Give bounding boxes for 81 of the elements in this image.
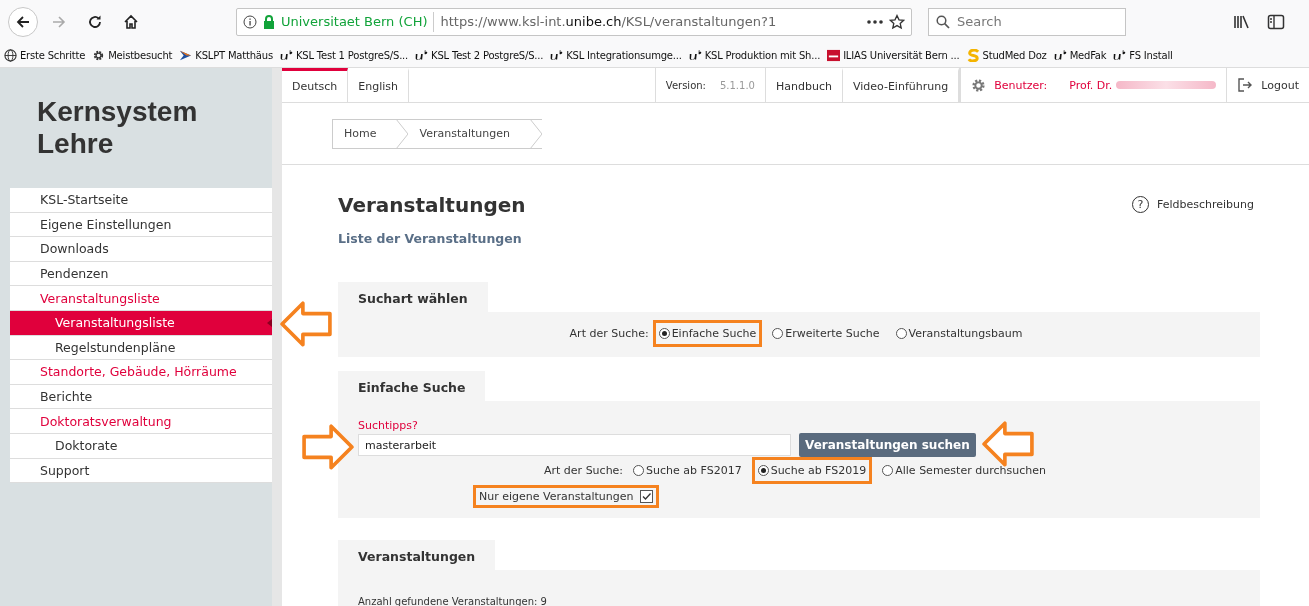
search-input[interactable]: masterarbeit <box>358 434 791 457</box>
radio-option[interactable]: Einfache Suche <box>652 320 763 347</box>
bookmark-item[interactable]: StudMed Doz <box>966 48 1047 62</box>
bookmark-item[interactable]: Meistbesucht <box>92 48 173 62</box>
star-icon[interactable] <box>889 13 905 30</box>
sidebar-item[interactable]: Pendenzen <box>10 261 272 287</box>
radio-option[interactable]: Alle Semester durchsuchen <box>876 457 1052 484</box>
settings-icon[interactable] <box>971 77 987 93</box>
search-type-label: Art der Suche: <box>544 464 624 477</box>
section-heading: Suchart wählen <box>338 282 488 312</box>
user-label: Benutzer: <box>994 78 1048 92</box>
checkmark-icon <box>640 491 652 502</box>
search-button[interactable]: Veranstaltungen suchen <box>799 433 976 457</box>
university-logo-icon <box>688 48 702 62</box>
gear-icon <box>92 48 106 62</box>
info-icon <box>243 14 257 29</box>
user-name: Prof. Dr. <box>1069 78 1113 92</box>
sidebar-item[interactable]: Eigene Einstellungen <box>10 212 272 238</box>
logout-icon <box>1237 77 1254 94</box>
chevron-icon <box>179 48 193 62</box>
nav-link[interactable]: Video-Einführung <box>842 68 960 103</box>
section-heading: Einfache Suche <box>338 371 486 401</box>
more-icon[interactable] <box>867 18 883 25</box>
search-tips-link[interactable]: Suchtipps? <box>358 419 1240 432</box>
address-bar[interactable]: Universitaet Bern (CH) https://www.ksl-int.unibe.ch/KSL/veranstaltungen?1 <box>236 7 912 36</box>
back-arrow-icon <box>15 13 31 30</box>
sidebar-item[interactable]: Support <box>10 458 272 484</box>
radio-option[interactable]: Suche ab FS2019 <box>751 457 873 484</box>
lock-icon <box>263 14 275 29</box>
university-logo-icon <box>279 48 293 62</box>
university-logo-icon <box>550 48 564 62</box>
university-logo-icon <box>1053 48 1067 62</box>
bookmark-item[interactable]: Erste Schritte <box>4 48 86 62</box>
sidebar-item[interactable]: Downloads <box>10 237 272 262</box>
globe-icon <box>4 48 17 62</box>
sidebar-item[interactable]: Doktorate <box>10 433 272 459</box>
site-identity: Universitaet Bern (CH) <box>281 14 428 30</box>
ilias-logo-icon <box>827 48 841 62</box>
sidebar-item[interactable]: Veranstaltungsliste <box>10 286 272 311</box>
sidebar-item[interactable]: Standorte, Gebäude, Hörräume <box>10 360 272 385</box>
sidebar-item[interactable]: Regelstundenpläne <box>10 335 272 361</box>
version-label: Version: <box>665 79 706 91</box>
breadcrumb-item[interactable]: Veranstaltungen <box>408 119 530 148</box>
sidebar-item[interactable]: Berichte <box>10 384 272 410</box>
breadcrumb-item[interactable]: Home <box>333 119 397 148</box>
forward-arrow-icon <box>51 13 67 30</box>
page-subtitle: Liste der Veranstaltungen <box>338 231 523 246</box>
language-tab[interactable]: English <box>348 68 409 103</box>
bookmark-item[interactable]: KSL Produktion mit Sh... <box>688 48 821 62</box>
version-number: 5.1.1.0 <box>719 79 755 91</box>
s-logo-icon <box>966 48 980 62</box>
language-tab[interactable]: Deutsch <box>282 68 349 103</box>
back-button[interactable] <box>8 6 38 37</box>
university-logo-icon <box>1113 48 1127 62</box>
section-heading: Veranstaltungen <box>338 540 496 570</box>
bookmark-item[interactable]: KSLPT Matthäus <box>179 48 273 62</box>
radio-option[interactable]: Erweiterte Suche <box>766 320 886 347</box>
page-title: Veranstaltungen <box>338 193 526 217</box>
library-icon[interactable] <box>1233 13 1251 30</box>
app-title: Kernsystem Lehre <box>37 96 199 160</box>
bookmark-item[interactable]: ILIAS Universität Bern ... <box>827 48 960 62</box>
bookmark-item[interactable]: KSL Test 2 PostgreS/S... <box>415 48 544 62</box>
bookmark-item[interactable]: MedFak <box>1053 48 1107 62</box>
search-field[interactable]: Search <box>928 7 1126 36</box>
sidebar-item[interactable]: Doktoratsverwaltung <box>10 409 272 434</box>
bookmark-item[interactable]: FS Install <box>1113 48 1173 62</box>
university-logo-icon <box>415 48 429 62</box>
home-icon <box>123 13 139 30</box>
search-type-label: Art der Suche: <box>569 327 649 340</box>
help-link[interactable]: ? Feldbeschreibung <box>1125 195 1260 214</box>
sidebar-icon[interactable] <box>1267 13 1285 30</box>
bookmark-item[interactable]: KSL Test 1 PostgreS/S... <box>279 48 409 62</box>
reload-icon <box>87 13 103 30</box>
sidebar-item[interactable]: KSL-Startseite <box>10 188 272 213</box>
own-courses-checkbox[interactable]: Nur eigene Veranstaltungen <box>473 485 659 508</box>
radio-option[interactable]: Veranstaltungsbaum <box>889 320 1029 347</box>
bookmark-item[interactable]: KSL Integrationsumge... <box>550 48 682 62</box>
radio-option[interactable]: Suche ab FS2017 <box>627 457 748 484</box>
nav-link[interactable]: Handbuch <box>765 68 843 103</box>
logout-button[interactable]: Logout <box>1227 68 1309 103</box>
url-text: https://www.ksl-int.unibe.ch/KSL/veranstaltungen?1 <box>440 14 778 30</box>
